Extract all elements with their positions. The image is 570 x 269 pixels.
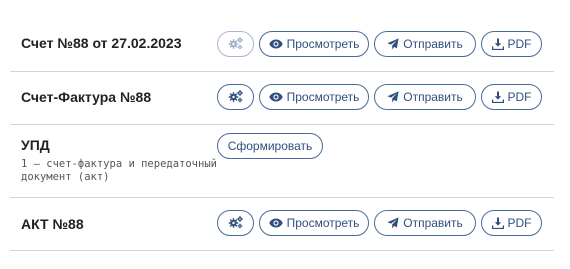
document-actions: Просмотреть Отправить PDF	[217, 31, 542, 57]
paper-plane-icon	[387, 91, 399, 103]
send-button-label: Отправить	[403, 90, 463, 104]
pdf-button-label: PDF	[507, 216, 532, 230]
gears-icon	[228, 36, 244, 53]
generate-button[interactable]: Сформировать	[217, 133, 323, 159]
download-icon	[491, 38, 504, 50]
view-button-label: Просмотреть	[286, 216, 360, 230]
document-actions: Просмотреть Отправить PDF	[217, 84, 542, 110]
send-button[interactable]: Отправить	[374, 84, 476, 110]
send-button-label: Отправить	[403, 37, 463, 51]
document-row-act: АКТ №88 Просмотреть Отправить PDF	[10, 198, 554, 251]
view-button-label: Просмотреть	[286, 90, 360, 104]
pdf-button-label: PDF	[507, 90, 532, 104]
paper-plane-icon	[387, 217, 399, 229]
settings-button[interactable]	[217, 31, 254, 57]
settings-button[interactable]	[217, 84, 254, 110]
document-row-invoice: Счет №88 от 27.02.2023 Просмотреть Отпра…	[10, 17, 554, 72]
document-subtitle: 1 – счет-фактура и передаточный документ…	[21, 158, 217, 183]
paper-plane-icon	[387, 38, 399, 50]
gears-icon	[228, 89, 244, 106]
document-actions: Сформировать	[217, 133, 323, 159]
pdf-button[interactable]: PDF	[481, 84, 542, 110]
view-button[interactable]: Просмотреть	[259, 210, 369, 236]
download-icon	[491, 91, 504, 103]
gears-icon	[228, 215, 244, 232]
eye-icon	[268, 92, 283, 102]
send-button[interactable]: Отправить	[374, 210, 476, 236]
pdf-button-label: PDF	[507, 37, 532, 51]
document-title: АКТ №88	[21, 216, 84, 232]
eye-icon	[268, 218, 283, 228]
send-button[interactable]: Отправить	[374, 31, 476, 57]
generate-button-label: Сформировать	[227, 139, 313, 153]
view-button[interactable]: Просмотреть	[259, 31, 369, 57]
document-title: Счет-Фактура №88	[21, 89, 152, 105]
view-button-label: Просмотреть	[286, 37, 360, 51]
download-icon	[491, 217, 504, 229]
eye-icon	[268, 39, 283, 49]
document-title: Счет №88 от 27.02.2023	[21, 35, 182, 51]
settings-button[interactable]	[217, 210, 254, 236]
view-button[interactable]: Просмотреть	[259, 84, 369, 110]
send-button-label: Отправить	[403, 216, 463, 230]
document-actions: Просмотреть Отправить PDF	[217, 210, 542, 236]
document-row-upd: УПД 1 – счет-фактура и передаточный доку…	[10, 125, 554, 198]
pdf-button[interactable]: PDF	[481, 210, 542, 236]
document-row-invoice-factura: Счет-Фактура №88 Просмотреть Отправить P…	[10, 72, 554, 125]
document-title: УПД	[21, 137, 50, 153]
pdf-button[interactable]: PDF	[481, 31, 542, 57]
